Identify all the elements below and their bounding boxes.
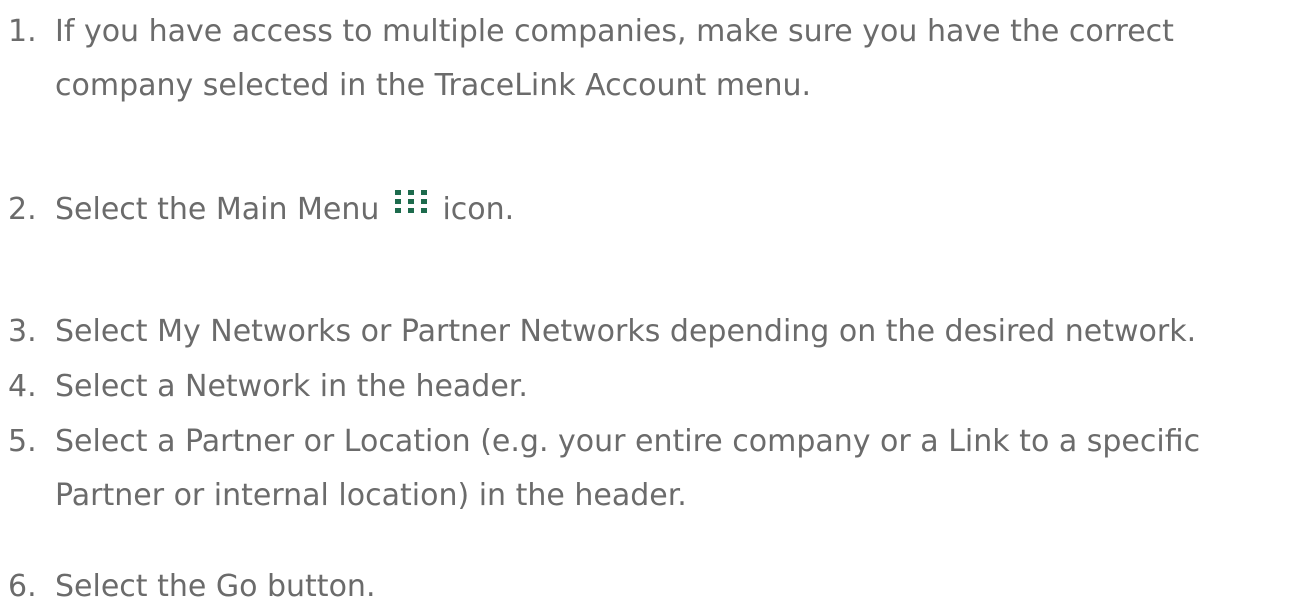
step-text-line: Partner or internal location) in the hea… bbox=[55, 478, 687, 513]
step-6: 6. Select the Go button. bbox=[0, 560, 375, 614]
step-text: Select the Go button. bbox=[55, 569, 376, 604]
step-number: 3. bbox=[8, 314, 37, 349]
main-menu-grid-icon bbox=[394, 190, 427, 213]
step-text: Select a Network in the header. bbox=[55, 369, 528, 404]
step-number: 4. bbox=[8, 369, 37, 404]
step-number: 6. bbox=[8, 569, 37, 604]
step-number: 2. bbox=[8, 192, 37, 227]
step-text: Select the Main Menu icon. bbox=[55, 183, 514, 237]
step-number: 1. bbox=[8, 14, 37, 49]
step-text: Select My Networks or Partner Networks d… bbox=[55, 314, 1197, 349]
step-number: 5. bbox=[8, 424, 37, 459]
step-2: 2. Select the Main Menu icon. bbox=[0, 183, 514, 237]
step-text-after-icon: icon. bbox=[442, 192, 515, 227]
step-text: If you have access to multiple companies… bbox=[55, 5, 1174, 113]
step-4: 4. Select a Network in the header. bbox=[0, 360, 528, 414]
step-3: 3. Select My Networks or Partner Network… bbox=[0, 305, 1196, 359]
step-text-line: company selected in the TraceLink Accoun… bbox=[55, 68, 812, 103]
step-5: 5. Select a Partner or Location (e.g. yo… bbox=[0, 415, 1200, 523]
step-text-line: Select a Partner or Location (e.g. your … bbox=[55, 424, 1201, 459]
step-1: 1. If you have access to multiple compan… bbox=[0, 5, 1174, 113]
step-text-line: If you have access to multiple companies… bbox=[55, 14, 1174, 49]
step-text-before-icon: Select the Main Menu bbox=[55, 192, 380, 227]
step-text: Select a Partner or Location (e.g. your … bbox=[55, 415, 1200, 523]
